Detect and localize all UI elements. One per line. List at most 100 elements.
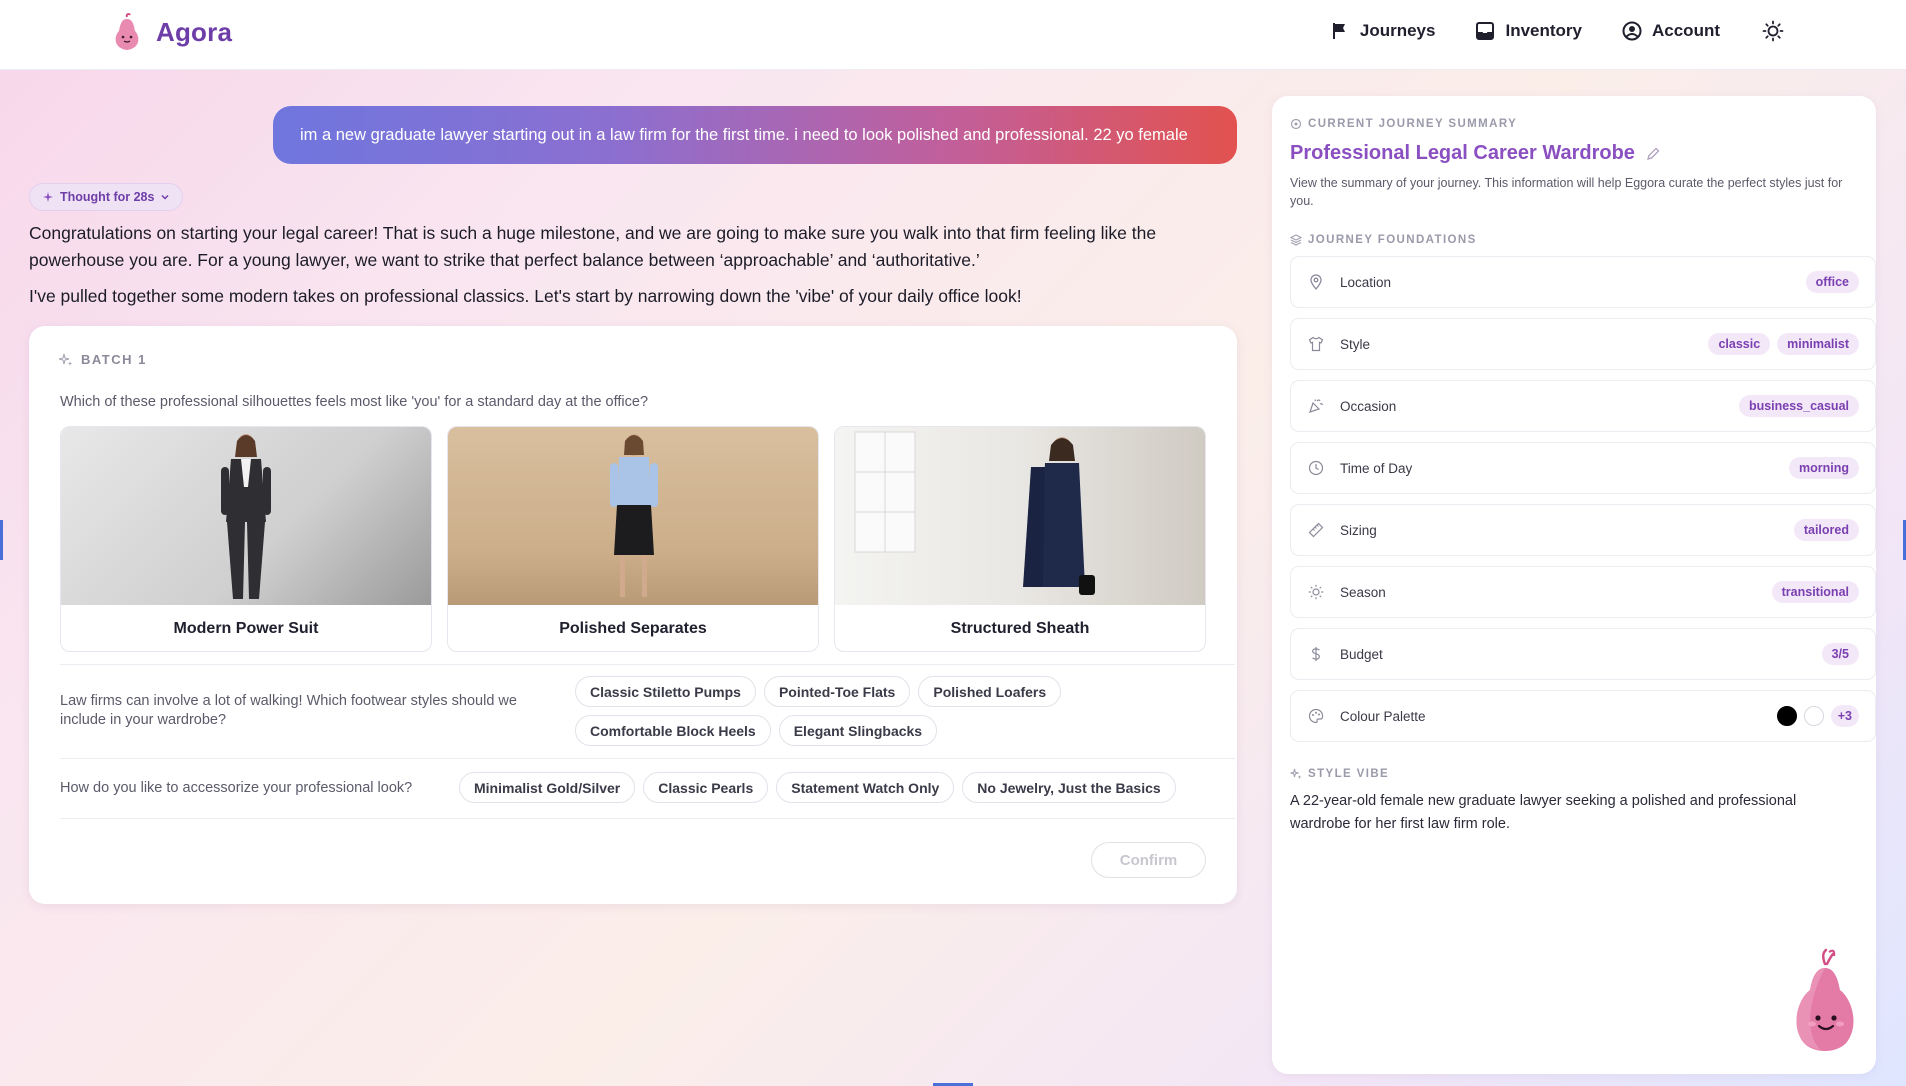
- option-label: Polished Separates: [559, 620, 707, 637]
- thought-label: Thought for 28s: [60, 190, 155, 204]
- chip-accessory[interactable]: Minimalist Gold/Silver: [459, 772, 636, 803]
- divider: [60, 758, 1235, 759]
- sparkles-icon: [1290, 768, 1302, 779]
- foundation-row-occasion[interactable]: Occasion business_casual: [1290, 380, 1876, 432]
- journey-summary-panel: CURRENT JOURNEY SUMMARY Professional Leg…: [1272, 96, 1876, 1074]
- chip-footwear[interactable]: Pointed-Toe Flats: [763, 676, 911, 707]
- footwear-chips: Classic Stiletto Pumps Pointed-Toe Flats…: [575, 676, 1095, 746]
- color-swatch-white: [1803, 706, 1824, 726]
- foundation-row-sizing[interactable]: Sizing tailored: [1290, 504, 1876, 556]
- pear-logo-icon: [115, 12, 139, 50]
- power-suit-image: [61, 427, 431, 605]
- nav-account[interactable]: Account: [1622, 21, 1720, 41]
- tag: morning: [1789, 457, 1859, 479]
- shirt-icon: [1307, 335, 1325, 353]
- chip-footwear[interactable]: Elegant Slingbacks: [778, 715, 938, 746]
- tag: office: [1805, 271, 1859, 293]
- chip-footwear[interactable]: Classic Stiletto Pumps: [575, 676, 756, 707]
- chip-accessory[interactable]: No Jewelry, Just the Basics: [962, 772, 1176, 803]
- user-circle-icon: [1622, 21, 1642, 41]
- row-label: Budget: [1340, 646, 1383, 662]
- tag: classic: [1708, 333, 1771, 355]
- foundation-row-budget[interactable]: Budget 3/5: [1290, 628, 1876, 680]
- sun-icon: [1762, 20, 1784, 42]
- tag: minimalist: [1777, 333, 1859, 355]
- foundation-row-colour-palette[interactable]: Colour Palette +3: [1290, 690, 1876, 742]
- pear-mascot-icon[interactable]: [1785, 946, 1865, 1056]
- tag: transitional: [1771, 581, 1859, 603]
- edit-pencil-icon[interactable]: [1645, 146, 1661, 162]
- user-message-bubble: im a new graduate lawyer starting out in…: [273, 106, 1237, 164]
- ruler-icon: [1307, 521, 1325, 539]
- batch-card: BATCH 1 Which of these professional silh…: [29, 326, 1237, 904]
- confirm-button[interactable]: Confirm: [1091, 842, 1206, 878]
- section-label-text: STYLE VIBE: [1308, 768, 1390, 780]
- question-footwear: Law firms can involve a lot of walking! …: [60, 693, 517, 728]
- party-icon: [1307, 397, 1325, 415]
- layers-icon: [1290, 118, 1302, 130]
- row-label: Colour Palette: [1340, 708, 1426, 724]
- journey-title: Professional Legal Career Wardrobe: [1290, 142, 1661, 165]
- chevron-down-icon: [161, 194, 169, 200]
- map-pin-icon: [1307, 273, 1325, 291]
- chip-accessory[interactable]: Classic Pearls: [643, 772, 769, 803]
- row-label: Occasion: [1340, 398, 1397, 414]
- chip-accessory[interactable]: Statement Watch Only: [776, 772, 955, 803]
- foundation-row-location[interactable]: Location office: [1290, 256, 1876, 308]
- journey-title-text: Professional Legal Career Wardrobe: [1290, 142, 1635, 164]
- section-label: STYLE VIBE: [1290, 768, 1389, 780]
- top-header: Agora Journeys Inventory Account: [0, 0, 1906, 70]
- batch-label: BATCH 1: [59, 352, 147, 367]
- option-polished-separates[interactable]: Polished Separates: [447, 426, 819, 652]
- row-label: Time of Day: [1340, 460, 1413, 476]
- chip-footwear[interactable]: Polished Loafers: [918, 676, 1062, 707]
- dollar-icon: [1307, 645, 1325, 663]
- row-label: Sizing: [1340, 522, 1377, 538]
- question-silhouette: Which of these professional silhouettes …: [60, 394, 649, 410]
- assistant-paragraph: Congratulations on starting your legal c…: [29, 223, 1157, 270]
- tag: business_casual: [1738, 395, 1859, 417]
- thought-toggle[interactable]: Thought for 28s: [29, 183, 184, 211]
- theme-toggle-button[interactable]: [1760, 18, 1786, 44]
- palette-icon: [1307, 707, 1325, 725]
- section-label-text: CURRENT JOURNEY SUMMARY: [1308, 118, 1518, 130]
- foundations-list: Location office Style classic minimalist…: [1290, 256, 1876, 752]
- flag-icon: [1332, 23, 1345, 39]
- option-modern-power-suit[interactable]: Modern Power Suit: [60, 426, 432, 652]
- sparkles-icon: [43, 192, 53, 202]
- batch-label-text: BATCH 1: [81, 352, 147, 367]
- divider: [60, 664, 1235, 665]
- option-label: Modern Power Suit: [173, 620, 319, 637]
- sun-icon: [1307, 583, 1325, 601]
- clock-icon: [1307, 459, 1325, 477]
- section-label: CURRENT JOURNEY SUMMARY: [1290, 118, 1517, 130]
- row-label: Location: [1340, 274, 1392, 290]
- tag: 3/5: [1821, 643, 1859, 665]
- nav-journeys-label: Journeys: [1359, 21, 1436, 40]
- nav-account-label: Account: [1652, 21, 1720, 40]
- section-label: JOURNEY FOUNDATIONS: [1290, 234, 1477, 246]
- inbox-icon: [1476, 22, 1495, 40]
- option-structured-sheath[interactable]: Structured Sheath: [834, 426, 1206, 652]
- left-edge-marker: [0, 520, 3, 560]
- brand-name: Agora: [156, 16, 233, 47]
- foundation-row-time-of-day[interactable]: Time of Day morning: [1290, 442, 1876, 494]
- color-swatch-black: [1776, 706, 1797, 726]
- row-label: Season: [1340, 584, 1386, 600]
- accessory-chips: Minimalist Gold/Silver Classic Pearls St…: [459, 772, 1219, 803]
- sparkles-icon: [59, 353, 73, 366]
- main-nav: Journeys Inventory Account: [1330, 18, 1786, 44]
- style-vibe-text: A 22-year-old female new graduate lawyer…: [1290, 793, 1797, 832]
- foundation-row-season[interactable]: Season transitional: [1290, 566, 1876, 618]
- nav-inventory[interactable]: Inventory: [1475, 21, 1582, 41]
- silhouette-options: Modern Power Suit Polished Separates Str…: [60, 426, 1206, 652]
- chip-footwear[interactable]: Comfortable Block Heels: [575, 715, 771, 746]
- section-label-text: JOURNEY FOUNDATIONS: [1308, 234, 1477, 246]
- brand[interactable]: Agora: [110, 12, 232, 52]
- separates-image: [448, 427, 818, 605]
- foundation-row-style[interactable]: Style classic minimalist: [1290, 318, 1876, 370]
- nav-journeys[interactable]: Journeys: [1330, 21, 1436, 41]
- divider: [60, 818, 1235, 819]
- assistant-message: Congratulations on starting your legal c…: [29, 220, 1239, 319]
- journey-description: View the summary of your journey. This i…: [1290, 176, 1843, 208]
